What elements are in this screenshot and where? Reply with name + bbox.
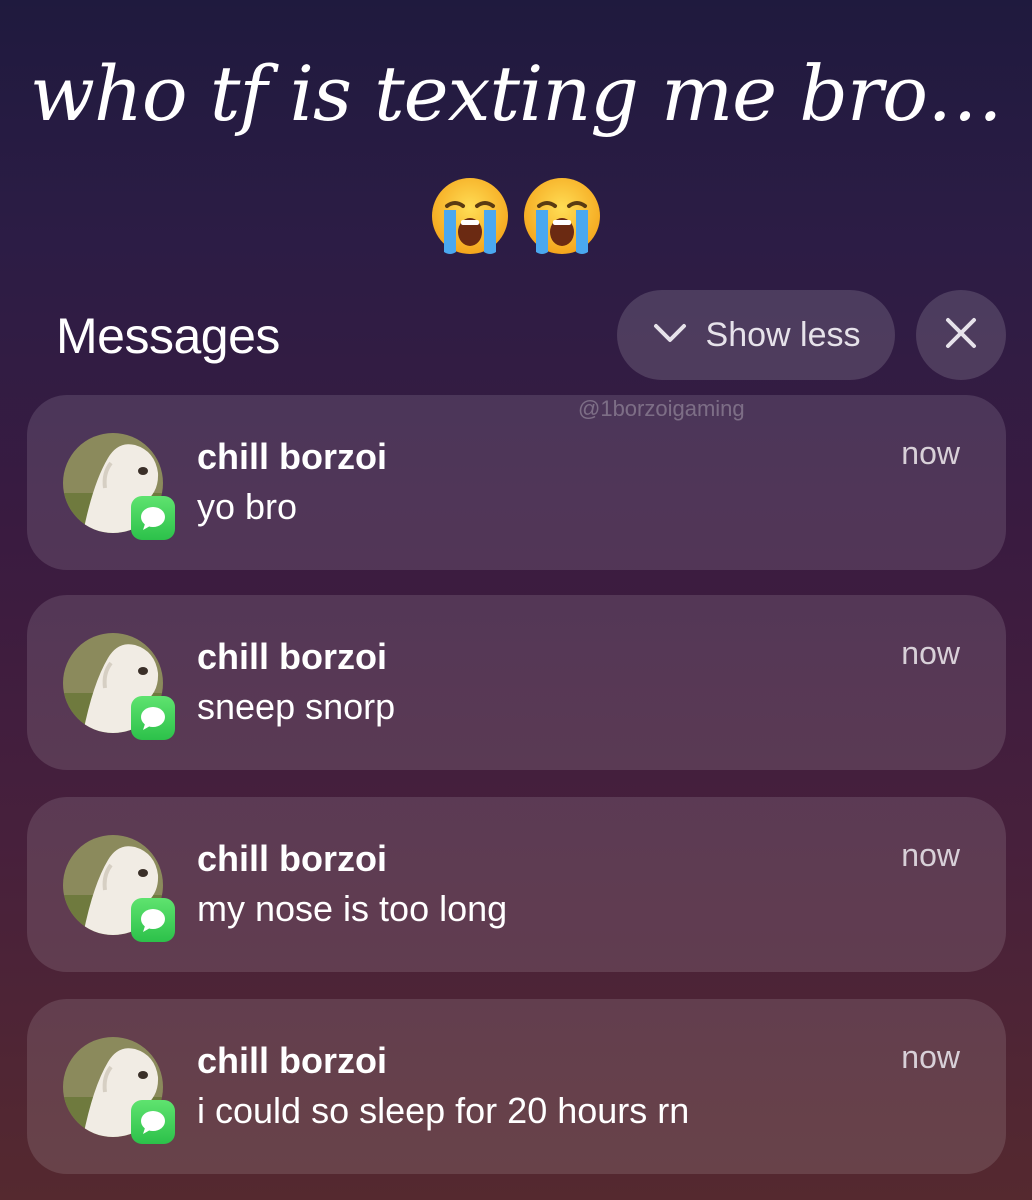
messages-app-icon: [131, 696, 175, 740]
notification-card[interactable]: chill borzoi sneep snorp now: [27, 595, 1006, 770]
clear-notifications-button[interactable]: [916, 290, 1006, 380]
emoji-row: [0, 176, 1032, 256]
notification-card[interactable]: chill borzoi yo bro now: [27, 395, 1006, 570]
show-less-label: Show less: [705, 315, 861, 354]
messages-app-icon: [131, 898, 175, 942]
notification-body: yo bro: [197, 486, 298, 527]
notification-body: sneep snorp: [197, 686, 396, 727]
close-icon: [943, 315, 979, 356]
notification-sender: chill borzoi: [197, 838, 388, 879]
loudly-crying-face-icon: [430, 176, 510, 256]
notification-group-title: Messages: [56, 308, 280, 364]
notification-time: now: [901, 837, 960, 873]
notification-sender: chill borzoi: [197, 1040, 388, 1081]
notification-time: now: [901, 435, 960, 471]
notification-body: my nose is too long: [197, 888, 508, 929]
messages-app-icon: [131, 1100, 175, 1144]
show-less-button[interactable]: Show less: [617, 290, 895, 380]
notification-time: now: [901, 635, 960, 671]
notification-card[interactable]: chill borzoi my nose is too long now: [27, 797, 1006, 972]
notification-time: now: [901, 1039, 960, 1075]
notification-card[interactable]: chill borzoi i could so sleep for 20 hou…: [27, 999, 1006, 1174]
notification-body: i could so sleep for 20 hours rn: [197, 1090, 690, 1131]
chevron-down-icon: [652, 321, 688, 350]
loudly-crying-face-icon: [522, 176, 602, 256]
notification-sender: chill borzoi: [197, 436, 388, 477]
notification-sender: chill borzoi: [197, 636, 388, 677]
messages-app-icon: [131, 496, 175, 540]
meme-caption: who tf is texting me bro…: [29, 49, 1003, 138]
